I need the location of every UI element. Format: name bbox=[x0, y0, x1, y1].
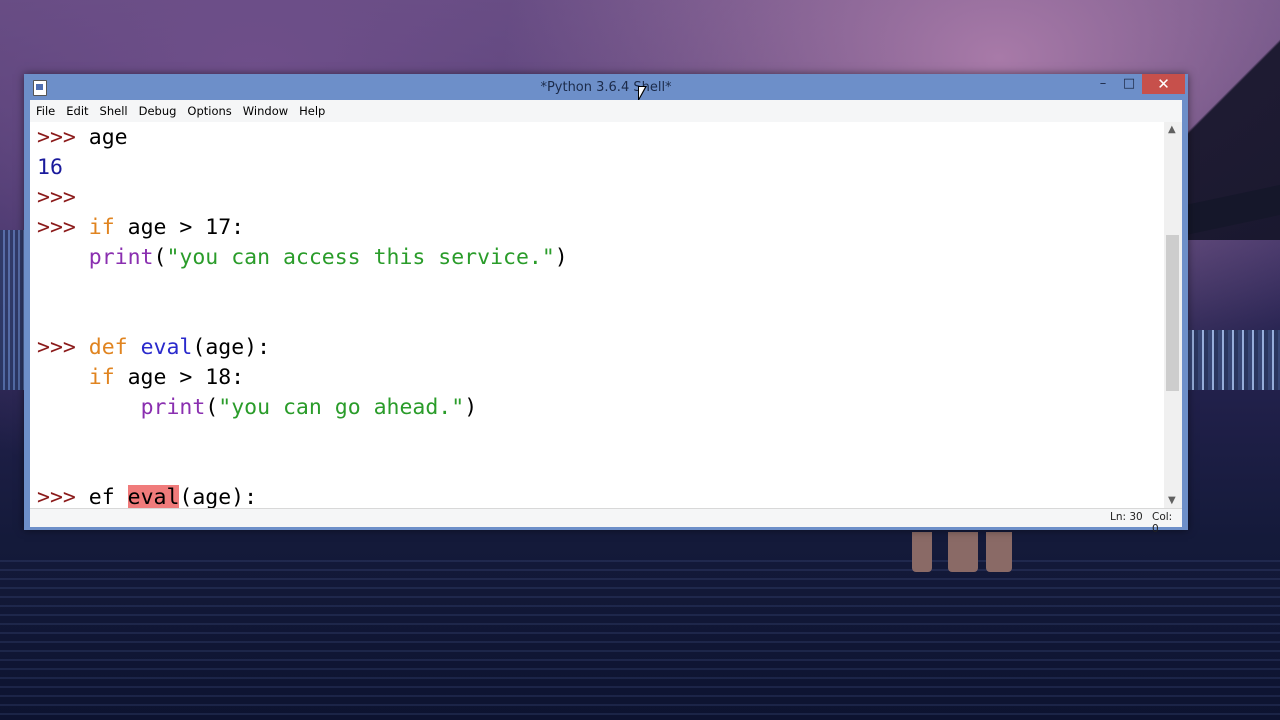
water-reflection bbox=[0, 560, 1280, 720]
shell-prompt: >>> bbox=[37, 185, 76, 210]
string-literal: "you can access this service." bbox=[166, 245, 555, 270]
status-line-number: Ln: 30 bbox=[1110, 511, 1143, 523]
scroll-down-arrow-icon[interactable]: ▼ bbox=[1168, 495, 1176, 506]
menu-window[interactable]: Window bbox=[237, 100, 293, 118]
keyword-def: def bbox=[88, 335, 128, 360]
menu-edit[interactable]: Edit bbox=[60, 100, 93, 118]
python-shell-window[interactable]: *Python 3.6.4 Shell* – □ ✕ File Edit Shell… bbox=[24, 74, 1188, 535]
output-line: 16 bbox=[37, 153, 63, 183]
pier-post bbox=[948, 532, 978, 572]
shell-prompt: >>> bbox=[37, 125, 76, 150]
menu-options[interactable]: Options bbox=[181, 100, 236, 118]
code-text: age > 17: bbox=[114, 215, 245, 240]
output-text: 16 bbox=[37, 155, 63, 180]
keyword-if: if bbox=[88, 365, 115, 390]
code-line: >>> if age > 17: bbox=[37, 213, 244, 243]
paren-open: ( bbox=[153, 245, 167, 270]
shell-text-area[interactable]: >>> age 16 >>> >>> if age > 17: print("y… bbox=[30, 122, 1182, 508]
function-name: eval bbox=[140, 335, 193, 360]
builtin-print: print bbox=[140, 395, 206, 420]
code-text: ef bbox=[75, 485, 128, 508]
menu-debug[interactable]: Debug bbox=[133, 100, 182, 118]
code-line: >>> age bbox=[37, 123, 128, 153]
code-text: (age): bbox=[179, 485, 258, 508]
scrollbar-thumb[interactable] bbox=[1166, 235, 1179, 391]
menu-shell[interactable]: Shell bbox=[94, 100, 133, 118]
city-lights-right bbox=[1188, 330, 1280, 390]
maximize-button[interactable]: □ bbox=[1116, 74, 1142, 94]
code-text: age bbox=[75, 125, 128, 150]
shell-prompt: >>> bbox=[37, 335, 76, 360]
code-text: age > 18: bbox=[114, 365, 245, 390]
syntax-error-highlight: eval bbox=[127, 485, 180, 508]
close-button[interactable]: ✕ bbox=[1142, 74, 1185, 94]
pier-post bbox=[912, 532, 932, 572]
pier-post bbox=[986, 532, 1012, 572]
shell-prompt: >>> bbox=[37, 215, 76, 240]
string-literal: "you can go ahead." bbox=[218, 395, 465, 420]
code-line: print("you can go ahead.") bbox=[37, 393, 478, 423]
menu-help[interactable]: Help bbox=[293, 100, 330, 118]
status-column-number: Col: 0 bbox=[1152, 511, 1173, 535]
title-bar[interactable]: *Python 3.6.4 Shell* – □ ✕ bbox=[24, 74, 1188, 102]
code-line: if age > 18: bbox=[37, 363, 244, 393]
code-line: print("you can access this service.") bbox=[37, 243, 568, 273]
paren-close: ) bbox=[554, 245, 568, 270]
window-title: *Python 3.6.4 Shell* bbox=[540, 80, 672, 95]
menu-bar: File Edit Shell Debug Options Window Help bbox=[30, 100, 1182, 123]
code-line: >>> def eval(age): bbox=[37, 333, 270, 363]
vertical-scrollbar[interactable]: ▲ ▼ bbox=[1164, 122, 1182, 508]
shell-prompt: >>> bbox=[37, 485, 76, 508]
code-line: >>> ef eval(age): bbox=[37, 483, 257, 508]
status-bar: Ln: 30 Col: 0 bbox=[30, 508, 1182, 535]
paren-open: ( bbox=[205, 395, 219, 420]
city-lights-left bbox=[0, 230, 26, 390]
scroll-up-arrow-icon[interactable]: ▲ bbox=[1168, 124, 1176, 135]
code-line: >>> bbox=[37, 183, 76, 213]
builtin-print: print bbox=[88, 245, 154, 270]
paren-close: ) bbox=[464, 395, 478, 420]
keyword-if: if bbox=[88, 215, 115, 240]
minimize-button[interactable]: – bbox=[1090, 74, 1116, 94]
menu-file[interactable]: File bbox=[30, 100, 60, 118]
code-text: (age): bbox=[192, 335, 271, 360]
